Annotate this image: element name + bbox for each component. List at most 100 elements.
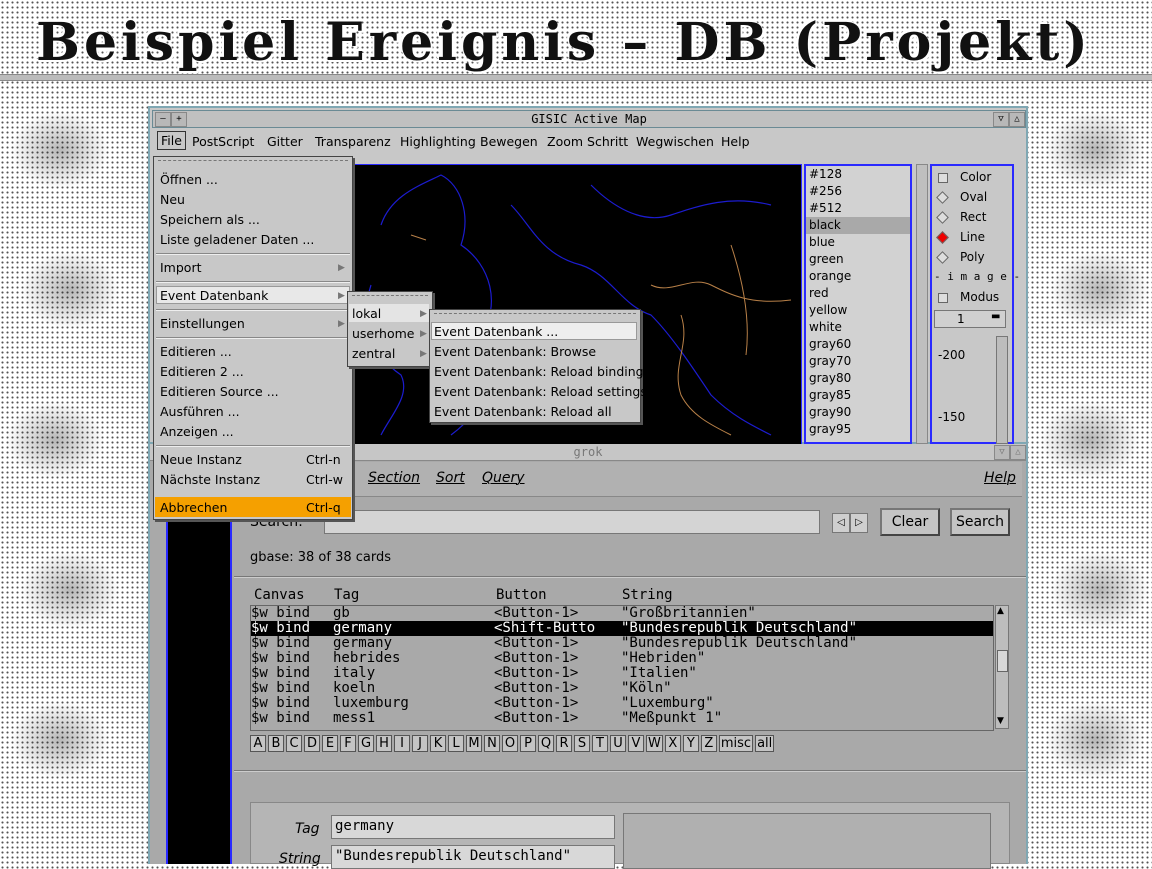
menu-transparenz[interactable]: Transparenz [315,134,391,149]
menu-item-ausfuehren[interactable]: Ausführen ... [160,404,240,419]
index-button-g[interactable]: G [358,735,374,752]
index-button-o[interactable]: O [502,735,518,752]
menu-item-abbrechen[interactable]: Abbrechen Ctrl-q [160,500,341,515]
index-button-c[interactable]: C [286,735,302,752]
menu-item-event-datenbank[interactable]: Event Datenbank [160,288,268,303]
menu-highlighting[interactable]: Highlighting [400,134,476,149]
table-row[interactable]: $w bind hebrides <Button-1> "Hebriden" [251,651,993,666]
index-button-k[interactable]: K [430,735,446,752]
tool-color[interactable]: Color [938,170,991,184]
color-item[interactable]: white [806,319,910,336]
color-item[interactable]: green [806,251,910,268]
table-row[interactable]: $w bind italy <Button-1> "Italien" [251,666,993,681]
scroll-down-icon[interactable]: ▼ [997,716,1004,726]
tear-off-line[interactable] [158,160,348,161]
menu-item-lokal[interactable]: lokal [352,306,381,321]
color-list-scrollbar[interactable] [916,164,928,444]
index-button-n[interactable]: N [484,735,500,752]
notes-text-area[interactable] [623,813,991,869]
index-button-all[interactable]: all [755,735,775,752]
index-button-f[interactable]: F [340,735,356,752]
table-row-selected[interactable]: $w bind germany <Shift-Butto "Bundesrepubli… [251,621,993,636]
map-window-titlebar[interactable]: – + GISIC Active Map ▽ △ [152,110,1026,128]
menu-item-event-db[interactable]: Event Datenbank ... [434,324,558,339]
menu-section[interactable]: Section [368,470,420,486]
card-list[interactable]: $w bind gb <Button-1> "Großbritannien" $w b… [250,605,994,731]
menu-item-naechste-instanz[interactable]: Nächste Instanz Ctrl-w [160,472,343,487]
color-item[interactable]: gray95 [806,421,910,438]
index-button-s[interactable]: S [574,735,590,752]
card-list-scrollbar[interactable]: ▲ ▼ [995,605,1009,729]
color-item[interactable]: gray70 [806,353,910,370]
menu-bewegen[interactable]: Bewegen [480,134,538,149]
menu-item-editieren-2[interactable]: Editieren 2 ... [160,364,244,379]
menu-item-anzeigen[interactable]: Anzeigen ... [160,424,234,439]
string-field[interactable]: "Bundesrepublik Deutschland" [331,845,615,869]
index-button-d[interactable]: D [304,735,320,752]
table-row[interactable]: $w bind gb <Button-1> "Großbritannien" [251,606,993,621]
minimize-icon[interactable]: ▽ [993,112,1009,127]
color-item[interactable]: red [806,285,910,302]
tag-field[interactable]: germany [331,815,615,839]
menu-item-reload-all[interactable]: Event Datenbank: Reload all [434,404,612,419]
menu-sort[interactable]: Sort [436,470,465,486]
tool-modus[interactable]: Modus [938,290,999,304]
tool-line[interactable]: Line [936,230,985,244]
scroll-thumb[interactable] [997,650,1008,672]
menu-gitter[interactable]: Gitter [267,134,303,149]
index-button-q[interactable]: Q [538,735,554,752]
color-item[interactable]: #512 [806,200,910,217]
index-button-e[interactable]: E [322,735,338,752]
image-spinbox[interactable]: 1 ▬ [934,310,1006,328]
menu-item-liste[interactable]: Liste geladener Daten ... [160,232,314,247]
menu-item-editieren[interactable]: Editieren ... [160,344,232,359]
table-row[interactable]: $w bind luxemburg <Button-1> "Luxemburg" [251,696,993,711]
index-button-z[interactable]: Z [700,735,717,752]
index-button-a[interactable]: A [250,735,266,752]
color-item[interactable]: gray60 [806,336,910,353]
menu-help[interactable]: Help [984,470,1016,486]
menu-item-editieren-source[interactable]: Editieren Source ... [160,384,279,399]
color-item[interactable]: blue [806,234,910,251]
table-row[interactable]: $w bind koeln <Button-1> "Köln" [251,681,993,696]
menu-item-import[interactable]: Import [160,260,202,275]
tool-rect[interactable]: Rect [936,210,986,224]
index-button-v[interactable]: V [628,735,644,752]
tear-off-line[interactable] [352,295,428,296]
index-button-h[interactable]: H [376,735,392,752]
color-item-selected[interactable]: black [806,217,910,234]
prev-arrow-icon[interactable]: ◁ [832,513,850,533]
index-button-b[interactable]: B [268,735,284,752]
menu-wegwischen[interactable]: Wegwischen [636,134,714,149]
tool-oval[interactable]: Oval [936,190,987,204]
menu-item-oeffnen[interactable]: Öffnen ... [160,172,218,187]
index-button-w[interactable]: W [646,735,663,752]
index-button-m[interactable]: M [466,735,482,752]
window-menu-icon[interactable]: – [155,112,171,127]
menu-item-zentral[interactable]: zentral [352,346,395,361]
clear-button[interactable]: Clear [880,508,940,536]
color-item[interactable]: #256 [806,183,910,200]
index-button-i[interactable]: I [394,735,410,752]
menu-item-userhome[interactable]: userhome [352,326,414,341]
tear-off-line[interactable] [434,313,636,314]
table-row[interactable]: $w bind germany <Button-1> "Bundesrepublik … [251,636,993,651]
menu-help[interactable]: Help [721,134,750,149]
color-item[interactable]: gray90 [806,404,910,421]
menu-postscript[interactable]: PostScript [192,134,254,149]
table-row[interactable]: $w bind mess1 <Button-1> "Meßpunkt 1" [251,711,993,726]
search-button[interactable]: Search [950,508,1010,536]
index-button-p[interactable]: P [520,735,536,752]
index-button-j[interactable]: J [412,735,428,752]
color-item[interactable]: gray85 [806,387,910,404]
index-button-l[interactable]: L [448,735,464,752]
color-item[interactable]: orange [806,268,910,285]
index-button-y[interactable]: Y [682,735,699,752]
menu-item-neu[interactable]: Neu [160,192,185,207]
index-button-x[interactable]: X [664,735,681,752]
minimize-icon[interactable]: ▽ [994,445,1010,460]
spin-down-icon[interactable]: ▬ [991,311,1000,322]
color-list[interactable]: #128 #256 #512 black blue green orange r… [804,164,912,444]
menu-item-browse[interactable]: Event Datenbank: Browse [434,344,596,359]
maximize-icon[interactable]: △ [1009,112,1025,127]
